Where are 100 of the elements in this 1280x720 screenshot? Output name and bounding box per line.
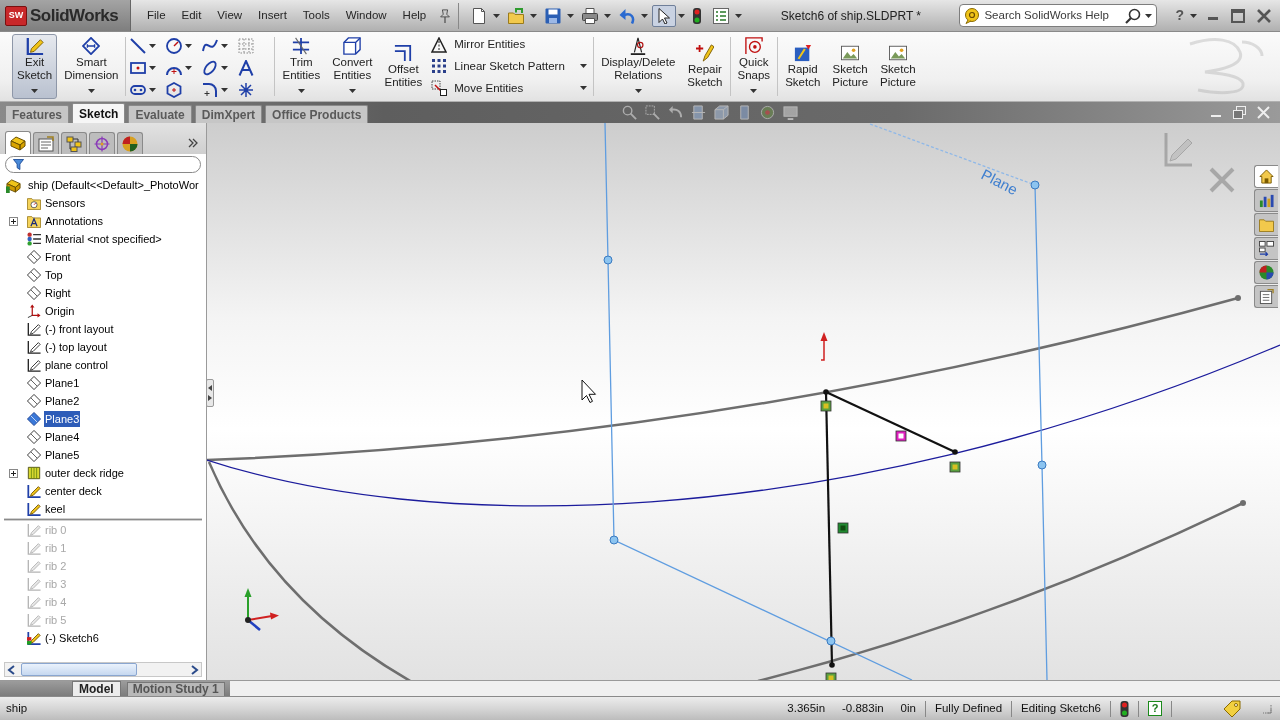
back-arrow-icon[interactable] — [668, 105, 684, 120]
document-icon[interactable] — [38, 135, 54, 152]
traffic-light-icon[interactable] — [1120, 700, 1129, 717]
model-tab[interactable]: Model — [72, 681, 121, 696]
task-pane-tab[interactable] — [1254, 285, 1278, 308]
color-sphere-icon[interactable] — [122, 135, 138, 152]
caret-icon[interactable] — [604, 13, 612, 18]
caret-icon[interactable] — [149, 66, 157, 70]
task-pane-tab[interactable] — [1254, 189, 1278, 212]
left-triangle-icon[interactable] — [208, 385, 212, 391]
caret-icon[interactable] — [530, 13, 538, 18]
ribbon-button[interactable]: Smart Dimension — [59, 34, 124, 99]
panel-tab[interactable] — [5, 131, 31, 154]
caret-icon[interactable] — [221, 66, 229, 70]
ribbon-button[interactable]: Convert Entities — [327, 34, 378, 99]
tree-item[interactable]: (-) front layout — [44, 320, 115, 338]
caret-icon[interactable] — [221, 88, 229, 92]
ribbon-button[interactable]: Sketch Picture — [875, 34, 921, 99]
ribbon-tab[interactable]: DimXpert — [194, 105, 263, 123]
panel-tab[interactable] — [117, 132, 143, 154]
right-triangle-icon[interactable] — [208, 395, 212, 401]
menu-item[interactable]: Tools — [294, 6, 338, 25]
ribbon-button[interactable]: Display/Delete Relations — [596, 34, 681, 99]
caret-icon[interactable] — [567, 13, 575, 18]
panel-splitter-handle[interactable] — [206, 379, 214, 407]
point-tool-icon[interactable] — [238, 82, 255, 98]
menu-item[interactable]: View — [209, 6, 251, 25]
close-icon[interactable] — [1257, 8, 1271, 23]
caret-icon[interactable] — [185, 44, 193, 48]
spline-tool-icon[interactable] — [202, 38, 219, 54]
panel-tab[interactable] — [89, 132, 115, 154]
ribbon-button[interactable]: Sketch Picture — [827, 34, 874, 99]
filter-field[interactable] — [5, 156, 201, 173]
ribbon-button[interactable]: Mirror Entities — [431, 36, 526, 54]
double-chevron-icon[interactable] — [188, 138, 198, 148]
caret-icon[interactable] — [678, 13, 686, 18]
ellipse-tool-icon[interactable] — [202, 60, 219, 76]
tree-item[interactable]: Annotations — [44, 212, 105, 230]
caret-icon[interactable] — [87, 89, 95, 93]
tree-item[interactable]: plane control — [44, 356, 109, 374]
menu-item[interactable]: File — [139, 6, 174, 25]
scroll-right-icon[interactable] — [191, 664, 199, 675]
slot-tool-icon[interactable] — [130, 82, 147, 98]
tree-item[interactable]: ship (Default<<Default>_PhotoWor — [28, 176, 199, 194]
tree-item[interactable]: keel — [44, 500, 67, 518]
caret-icon[interactable] — [641, 13, 649, 18]
tag-icon[interactable] — [1223, 699, 1241, 718]
caret-icon[interactable] — [31, 89, 39, 93]
ribbon-tab[interactable]: Evaluate — [128, 105, 192, 123]
tree-item[interactable]: Origin — [44, 302, 76, 320]
task-pane-tab[interactable] — [1254, 261, 1278, 284]
caret-icon[interactable] — [580, 86, 588, 91]
ribbon-button[interactable]: Offset Entities — [379, 34, 428, 99]
search-input[interactable]: Search SolidWorks Help — [984, 6, 1122, 25]
traffic-light-icon[interactable] — [693, 7, 702, 24]
home-icon[interactable] — [1259, 169, 1274, 184]
text-tool-icon[interactable] — [238, 60, 255, 76]
tree-item[interactable]: outer deck ridge — [44, 464, 125, 482]
pin-icon[interactable] — [438, 8, 453, 23]
magnifier-icon[interactable] — [622, 105, 638, 120]
ribbon-button[interactable]: Repair Sketch — [682, 34, 728, 99]
expand-plus-icon[interactable] — [8, 216, 18, 226]
help-button[interactable]: ? — [1148, 701, 1162, 716]
sliced-box-icon[interactable] — [691, 105, 707, 120]
rectangle-tool-icon[interactable] — [130, 60, 147, 76]
caret-icon[interactable] — [634, 89, 642, 93]
tree-item[interactable]: Top — [44, 266, 64, 284]
fillet-tool-icon[interactable] — [202, 82, 219, 98]
polygon-tool-icon[interactable] — [166, 82, 183, 98]
crosshair-target-icon[interactable] — [94, 135, 110, 152]
model-tab[interactable]: Motion Study 1 — [126, 682, 225, 696]
tree-item[interactable]: (-) top layout — [44, 338, 108, 356]
task-pane-tab[interactable] — [1254, 165, 1278, 188]
tree-item[interactable]: Right — [44, 284, 72, 302]
tree-item[interactable]: Sensors — [44, 194, 87, 212]
scroll-left-icon[interactable] — [7, 664, 15, 675]
ribbon-button[interactable]: Quick Snaps — [732, 34, 776, 99]
caret-icon[interactable] — [1190, 13, 1197, 18]
block-tree-icon[interactable] — [66, 135, 82, 152]
help-button[interactable]: ? — [1175, 5, 1184, 26]
ribbon-button[interactable]: Trim Entities — [277, 34, 326, 99]
caret-icon[interactable] — [580, 64, 588, 69]
ribbon-tab[interactable]: Features — [5, 105, 70, 123]
panel-tab[interactable] — [33, 132, 59, 154]
caret-icon[interactable] — [221, 44, 229, 48]
monitor-icon[interactable] — [783, 105, 799, 120]
panel-tab[interactable] — [61, 132, 87, 154]
ribbon-button[interactable]: Linear Sketch Pattern — [431, 57, 565, 76]
menu-item[interactable]: Window — [337, 6, 395, 25]
maximize-icon[interactable] — [1231, 8, 1245, 23]
caret-icon[interactable] — [149, 88, 157, 92]
menu-item[interactable]: Insert — [250, 6, 295, 25]
tree-item[interactable]: (-) Sketch6 — [44, 629, 100, 647]
ribbon-tab[interactable]: Office Products — [265, 105, 369, 123]
tree-item[interactable]: Plane5 — [44, 446, 81, 464]
caret-icon[interactable] — [1145, 13, 1153, 18]
layout-arrow-icon[interactable] — [1259, 241, 1274, 256]
caret-icon[interactable] — [297, 89, 305, 93]
menu-item[interactable]: Help — [394, 6, 435, 25]
document-list-icon[interactable] — [1259, 289, 1274, 304]
